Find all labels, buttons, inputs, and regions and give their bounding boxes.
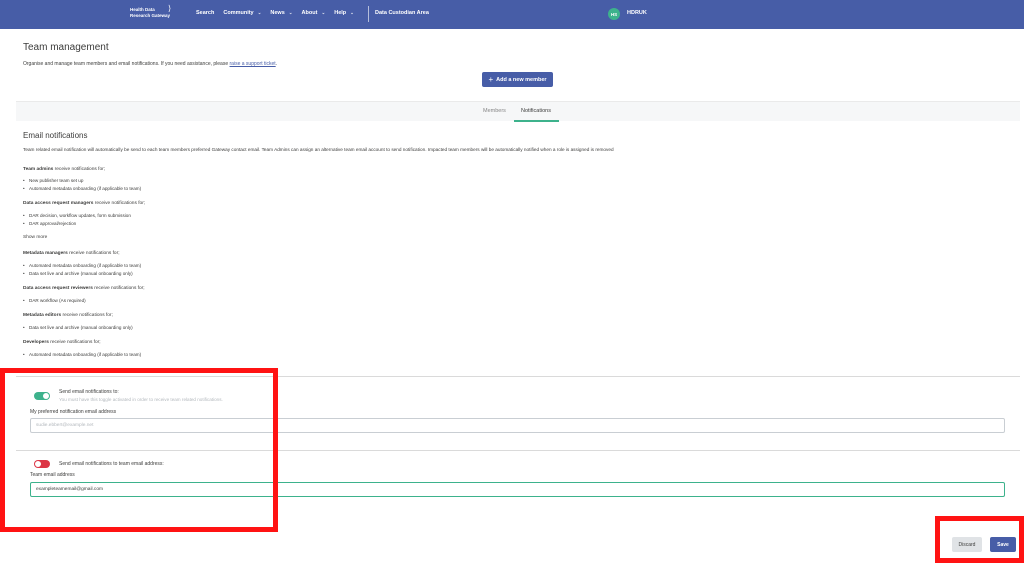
active-tab-indicator — [514, 120, 559, 122]
nav-about[interactable]: About ⌄ — [302, 10, 326, 16]
logo-text-line2: Research Gateway — [130, 13, 171, 18]
chevron-down-icon: ⌄ — [288, 10, 293, 15]
main-nav: Search Community ⌄ News ⌄ About ⌄ Help ⌄ — [196, 10, 363, 16]
show-more-link[interactable]: Show more — [23, 235, 47, 240]
role-list: Automated metadata onboarding (if applic… — [23, 351, 141, 359]
plus-icon: + — [488, 75, 494, 84]
list-item: DAR workflow (As required) — [23, 297, 86, 305]
team-description: Organise and manage team members and ema… — [23, 61, 278, 67]
role-list: Automated metadata onboarding (if applic… — [23, 262, 141, 278]
team-management-card: Team management Organise and manage team… — [16, 36, 1020, 101]
nav-divider — [368, 6, 369, 22]
list-item: Automated metadata onboarding (if applic… — [23, 185, 141, 193]
data-custodian-area-link[interactable]: Data Custodian Area — [375, 10, 429, 16]
tabs-bar: Members Notifications — [16, 101, 1020, 122]
role-heading: Metadata managers receive notifications … — [23, 251, 120, 256]
section-title: Email notifications — [23, 131, 88, 140]
role-heading: Data access request reviewers receive no… — [23, 286, 145, 291]
nav-help[interactable]: Help ⌄ — [334, 10, 354, 16]
list-item: Data set live and archive (manual onboar… — [23, 270, 141, 278]
tab-notifications[interactable]: Notifications — [521, 108, 551, 114]
nav-news[interactable]: News ⌄ — [270, 10, 292, 16]
role-heading: Team admins receive notifications for; — [23, 167, 106, 172]
role-heading: Developers receive notifications for; — [23, 340, 101, 345]
tab-members[interactable]: Members — [483, 108, 506, 114]
list-item: Automated metadata onboarding (if applic… — [23, 262, 141, 270]
list-item: Automated metadata onboarding (if applic… — [23, 351, 141, 359]
chevron-down-icon: ⌄ — [321, 10, 326, 15]
chevron-down-icon: ⌄ — [257, 10, 262, 15]
highlight-box-actions — [935, 516, 1024, 563]
avatar[interactable]: HS — [608, 8, 620, 20]
notifications-intro: Team related email notification will aut… — [23, 147, 614, 152]
role-list: DAR workflow (As required) — [23, 297, 86, 305]
list-item: New publisher team set up — [23, 177, 141, 185]
nav-community[interactable]: Community ⌄ — [223, 10, 261, 16]
role-heading: Metadata editors receive notifications f… — [23, 313, 113, 318]
chevron-down-icon: ⌄ — [350, 10, 354, 15]
role-heading: Data access request managers receive not… — [23, 201, 146, 206]
user-name[interactable]: HDRUK — [627, 10, 647, 16]
logo-chevron-icon: ⟩ — [168, 4, 172, 13]
list-item: Data set live and archive (manual onboar… — [23, 324, 133, 332]
list-item: DAR approval/rejection — [23, 220, 131, 228]
list-item: DAR decision, workflow updates, form sub… — [23, 212, 131, 220]
gateway-logo[interactable]: Health Data Research Gateway — [130, 7, 170, 19]
top-navigation-bar: Health Data Research Gateway ⟩ Search Co… — [0, 0, 1024, 29]
add-member-button[interactable]: + Add a new member — [482, 72, 553, 87]
role-list: DAR decision, workflow updates, form sub… — [23, 212, 131, 228]
highlight-box-toggles — [0, 368, 278, 532]
page-title: Team management — [23, 42, 109, 53]
support-ticket-link[interactable]: raise a support ticket — [230, 61, 276, 67]
nav-search[interactable]: Search — [196, 10, 214, 16]
role-list: Data set live and archive (manual onboar… — [23, 324, 133, 332]
role-list: New publisher team set up Automated meta… — [23, 177, 141, 193]
